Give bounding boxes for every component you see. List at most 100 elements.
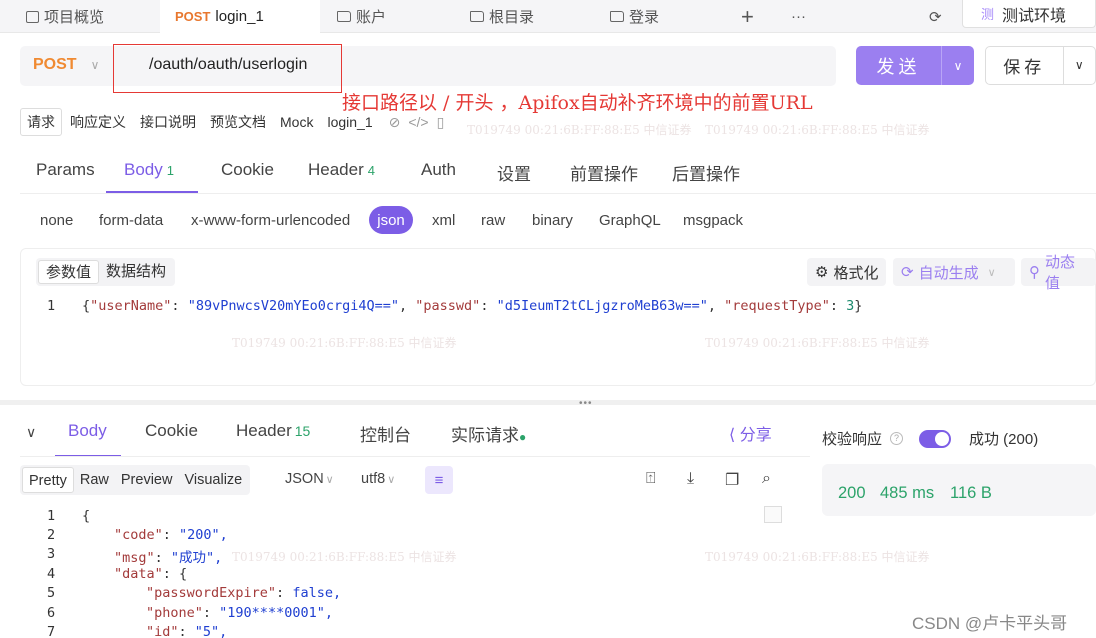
- wand-icon: ⚲: [1029, 264, 1040, 281]
- resp-tab-console[interactable]: 控制台: [360, 421, 411, 446]
- subtab-request[interactable]: 请求: [20, 108, 62, 136]
- resp-line: "phone": "190****0001",: [146, 605, 333, 621]
- view-preview[interactable]: Preview: [115, 467, 179, 493]
- tab-cookie[interactable]: Cookie: [221, 160, 274, 180]
- save-button[interactable]: 保存 ∨: [985, 46, 1096, 85]
- autogen-button[interactable]: ⟳ 自动生成 ∨: [893, 258, 1015, 286]
- bodytype-xml[interactable]: xml: [432, 212, 455, 229]
- subtab-mock[interactable]: Mock: [274, 111, 319, 133]
- watermark: T019749 00:21:6B:FF:88:E5 中信证券: [232, 550, 457, 564]
- resp-line-number: 1: [47, 508, 56, 524]
- search-icon[interactable]: ⌕: [762, 470, 771, 488]
- send-label: 发送: [876, 56, 921, 77]
- scrollbar[interactable]: [764, 506, 782, 523]
- wrap-lines-icon[interactable]: ≡: [425, 466, 453, 494]
- tab-method: POST: [175, 9, 211, 24]
- chevron-down-icon[interactable]: ∨: [941, 46, 974, 85]
- bodytype-form-data[interactable]: form-data: [99, 212, 163, 229]
- annotation-box: [113, 44, 342, 93]
- code-icon[interactable]: </>: [408, 114, 428, 130]
- resp-line-number: 4: [47, 566, 56, 582]
- tab-project-overview[interactable]: 项目概览: [26, 0, 104, 33]
- tab-post-ops[interactable]: 后置操作: [672, 160, 740, 185]
- panel-icon[interactable]: ▯: [437, 114, 445, 131]
- tab-label: 登录: [629, 9, 660, 26]
- tab-account[interactable]: 账户: [337, 0, 386, 33]
- tab-header[interactable]: Header 4: [308, 160, 375, 180]
- resp-tab-body[interactable]: Body: [68, 421, 107, 441]
- encoding-select[interactable]: utf8 ∨: [361, 471, 395, 487]
- method-select[interactable]: POST ∨: [33, 56, 99, 74]
- chevron-down-icon[interactable]: ∨: [988, 266, 996, 279]
- request-body-code[interactable]: {"userName": "89vPnwcsV20mYEo0crgi4Q==",…: [82, 298, 862, 314]
- bodytype-binary[interactable]: binary: [532, 212, 573, 229]
- resp-line-number: 2: [47, 527, 56, 543]
- subtab-name[interactable]: login_1: [321, 111, 378, 133]
- copy-out-icon[interactable]: ⍐: [646, 470, 656, 488]
- bodytype-json[interactable]: json: [369, 206, 413, 234]
- view-pretty[interactable]: Pretty: [22, 467, 74, 493]
- mode-schema[interactable]: 数据结构: [99, 260, 173, 284]
- copy-icon[interactable]: ❐: [725, 470, 739, 490]
- resp-line-number: 3: [47, 546, 56, 562]
- tab-login[interactable]: 登录: [610, 0, 659, 33]
- resp-tab-header[interactable]: Header 15: [236, 421, 310, 441]
- watermark: T019749 00:21:6B:FF:88:E5 中信证券: [467, 123, 692, 137]
- pane-divider[interactable]: [0, 400, 1096, 405]
- view-visualize[interactable]: Visualize: [178, 467, 248, 493]
- tab-settings[interactable]: 设置: [497, 160, 531, 185]
- refresh-icon[interactable]: ⟳: [929, 0, 942, 33]
- verify-toggle[interactable]: [919, 429, 952, 448]
- tab-params[interactable]: Params: [36, 160, 95, 180]
- method-label: POST: [33, 56, 77, 73]
- active-tab-underline: [106, 191, 198, 193]
- share-button[interactable]: ⟨ 分享: [729, 421, 772, 445]
- tab-pre-ops[interactable]: 前置操作: [570, 160, 638, 185]
- resp-line: "code": "200",: [114, 527, 228, 543]
- format-icon: ⚙: [815, 264, 829, 281]
- mode-values[interactable]: 参数值: [38, 260, 100, 284]
- tab-login-1[interactable]: POST login_1: [160, 0, 320, 33]
- chevron-down-icon[interactable]: ∨: [1062, 47, 1095, 84]
- bodytype-raw[interactable]: raw: [481, 212, 505, 229]
- chevron-down-icon: ∨: [325, 474, 334, 486]
- tab-root-dir[interactable]: 根目录: [470, 0, 534, 33]
- dynamic-value-button[interactable]: ⚲ 动态值: [1021, 254, 1096, 292]
- bodytype-graphql[interactable]: GraphQL: [599, 212, 661, 229]
- view-raw[interactable]: Raw: [74, 467, 115, 493]
- resp-line-number: 6: [47, 605, 56, 621]
- link-icon[interactable]: ⊘: [389, 114, 401, 131]
- bodytype-none[interactable]: none: [40, 212, 73, 229]
- more-tabs-button[interactable]: ···: [791, 0, 806, 33]
- resp-line-number: 7: [47, 624, 56, 638]
- send-button[interactable]: 发送 ∨: [856, 46, 974, 85]
- resp-tab-cookie[interactable]: Cookie: [145, 421, 198, 441]
- tab-auth[interactable]: Auth: [421, 160, 456, 180]
- drag-handle-icon[interactable]: •••: [579, 398, 593, 409]
- bodytype-msgpack[interactable]: msgpack: [683, 212, 743, 229]
- tab-bar: 项目概览 POST login_1 账户 根目录 登录 + ··· ⟳ 测 测试…: [0, 0, 1096, 33]
- resp-line: "data": {: [114, 566, 188, 582]
- subtab-doc[interactable]: 接口说明: [134, 109, 202, 135]
- request-subtabs: 请求 响应定义 接口说明 预览文档 Mock login_1 ⊘ </> ▯: [20, 108, 445, 136]
- csdn-watermark: CSDN @卢卡平头哥: [912, 614, 1068, 633]
- download-icon[interactable]: ⤓: [687, 470, 694, 488]
- subtab-response-def[interactable]: 响应定义: [64, 109, 132, 135]
- help-icon[interactable]: ?: [890, 432, 904, 445]
- add-tab-button[interactable]: +: [741, 0, 754, 33]
- param-tabs: Params Body 1 Cookie Header 4 Auth 设置 前置操作…: [20, 148, 1096, 194]
- environment-select[interactable]: 测 测试环境: [962, 0, 1096, 28]
- format-button[interactable]: ⚙ 格式化: [807, 258, 887, 286]
- bodytype-urlencoded[interactable]: x-www-form-urlencoded: [191, 212, 350, 229]
- format-select[interactable]: JSON ∨: [285, 471, 334, 487]
- subtab-preview[interactable]: 预览文档: [204, 109, 272, 135]
- resp-line-number: 5: [47, 585, 56, 601]
- watermark: T019749 00:21:6B:FF:88:E5 中信证券: [705, 123, 930, 137]
- collapse-icon[interactable]: ∨: [26, 424, 36, 441]
- tab-label: login_1: [215, 8, 264, 25]
- tab-body[interactable]: Body 1: [124, 160, 174, 180]
- env-label: 测试环境: [1002, 7, 1067, 25]
- resp-tab-actual[interactable]: 实际请求●: [451, 421, 526, 446]
- save-label: 保存: [1003, 58, 1046, 77]
- chevron-down-icon: ∨: [90, 58, 100, 72]
